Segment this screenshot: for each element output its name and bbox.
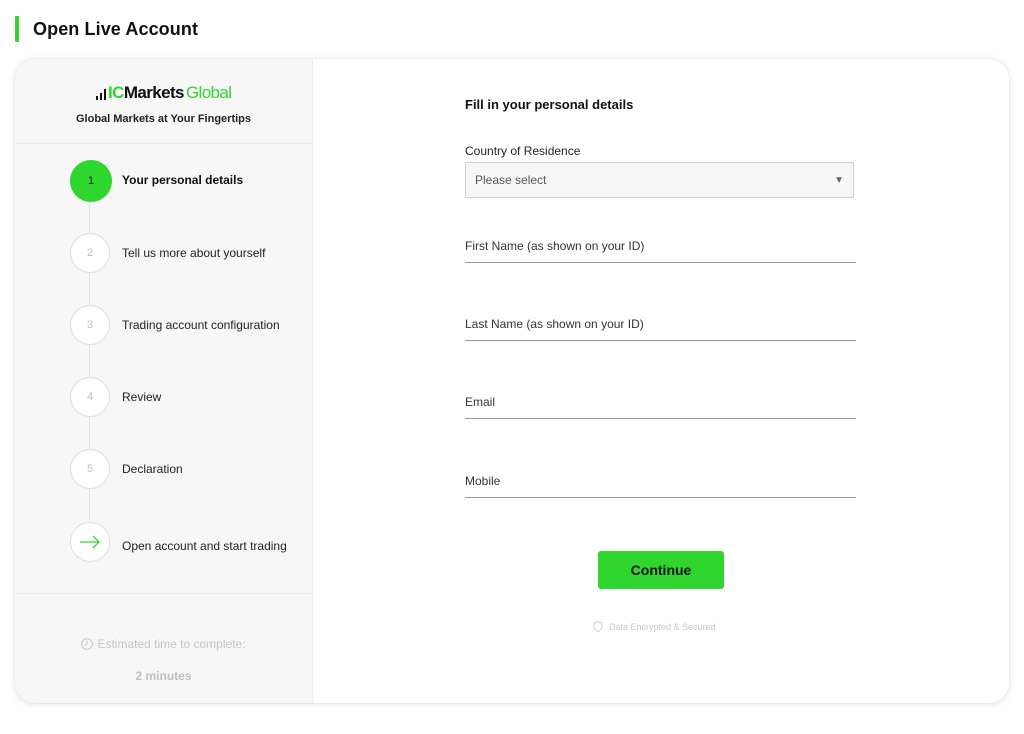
step-5-label: Declaration — [122, 462, 183, 476]
step-6-label: Open account and start trading — [122, 539, 287, 553]
step-1: 1 Your personal details — [70, 160, 310, 202]
clock-icon — [81, 638, 94, 650]
continue-button[interactable]: Continue — [598, 551, 724, 589]
country-label: Country of Residence — [465, 144, 581, 158]
country-select[interactable]: Please select ▼ — [465, 162, 854, 198]
steps-sidebar: IC Markets Global Global Markets at Your… — [15, 59, 313, 703]
secure-note: Data Encrypted & Secured — [593, 621, 716, 632]
last-name-input[interactable] — [465, 308, 856, 341]
brand: IC Markets Global Global Markets at Your… — [15, 83, 312, 125]
logo-markets-text: Markets — [123, 83, 185, 102]
brand-tagline: Global Markets at Your Fingertips — [75, 113, 252, 125]
step-2-label: Tell us more about yourself — [122, 246, 266, 260]
first-name-input[interactable] — [465, 230, 856, 263]
step-4-number: 4 — [70, 377, 110, 417]
ic-markets-logo: IC Markets Global — [95, 83, 232, 103]
step-1-label: Your personal details — [122, 173, 244, 187]
estimate-label: Estimated time to complete: — [97, 637, 246, 651]
form-heading: Fill in your personal details — [465, 97, 634, 112]
page-title: Open Live Account — [33, 18, 199, 39]
shield-icon — [593, 621, 603, 632]
signup-card: IC Markets Global Global Markets at Your… — [15, 59, 1009, 703]
email-input[interactable] — [465, 386, 856, 419]
chevron-down-icon: ▼ — [834, 174, 844, 186]
arrow-right-icon — [80, 535, 100, 549]
mobile-input[interactable] — [465, 465, 856, 498]
estimate-time-value: 2 minutes — [135, 669, 192, 683]
step-3: 3 Trading account configuration — [70, 305, 310, 345]
step-5: 5 Declaration — [70, 449, 310, 489]
secure-note-text: Data Encrypted & Secured — [609, 621, 716, 632]
step-3-label: Trading account configuration — [122, 318, 280, 332]
step-2: 2 Tell us more about yourself — [70, 233, 310, 273]
logo-global-text: Global — [185, 83, 232, 102]
step-6: Open account and start trading — [70, 522, 310, 562]
logo-ic-text: IC — [108, 83, 124, 102]
bar-chart-icon — [95, 88, 107, 100]
estimated-time: Estimated time to complete: 2 minutes — [15, 637, 312, 683]
step-1-number: 1 — [70, 160, 112, 202]
country-select-value: Please select — [475, 173, 547, 187]
title-accent-bar — [15, 16, 19, 42]
divider — [15, 593, 312, 594]
step-4: 4 Review — [70, 377, 310, 417]
page-header: Open Live Account — [15, 16, 198, 42]
step-6-circle — [70, 522, 110, 562]
step-4-label: Review — [122, 390, 162, 404]
step-2-number: 2 — [70, 233, 110, 273]
step-3-number: 3 — [70, 305, 110, 345]
divider — [15, 143, 312, 144]
step-5-number: 5 — [70, 449, 110, 489]
